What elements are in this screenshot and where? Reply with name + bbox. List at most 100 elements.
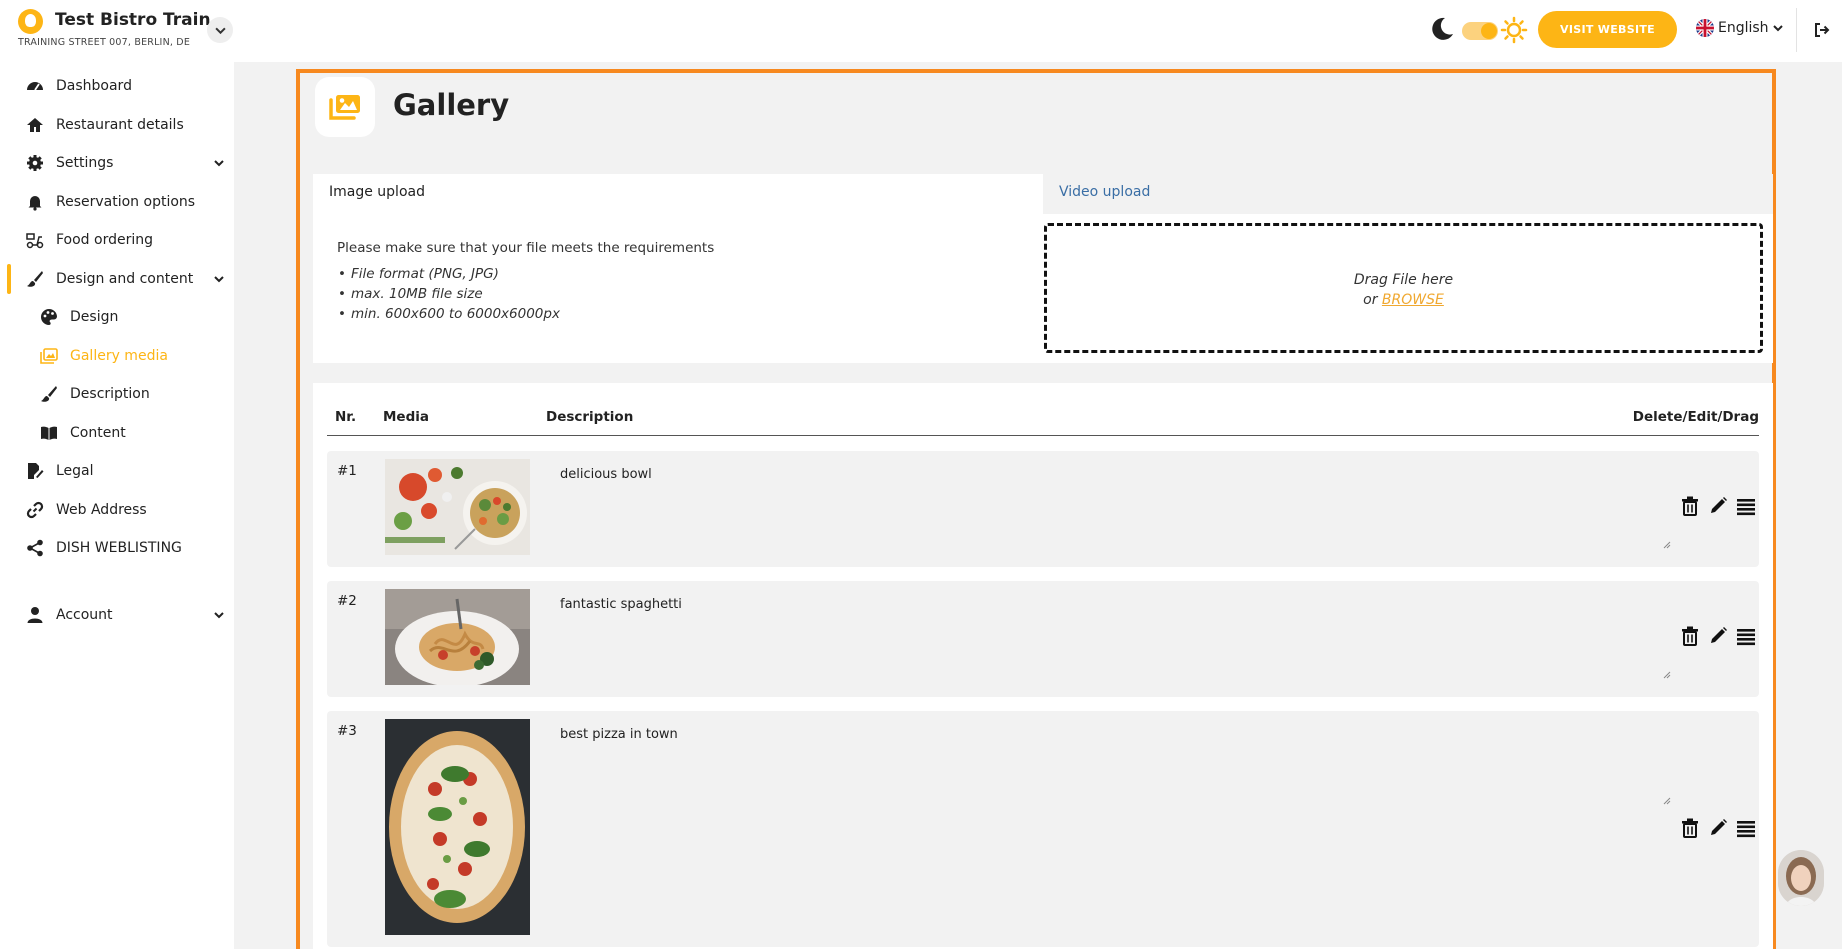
gallery-panel: Gallery Image upload Video upload Please…: [296, 69, 1776, 949]
resize-handle-icon[interactable]: [1663, 797, 1671, 805]
header-divider: [327, 435, 1759, 436]
sidebar-item-dashboard[interactable]: Dashboard: [0, 67, 234, 105]
sidebar-item-gallery-media[interactable]: Gallery media: [0, 337, 234, 375]
media-description[interactable]: fantastic spaghetti: [560, 597, 682, 612]
requirements-intro: Please make sure that your file meets th…: [337, 240, 715, 256]
images-icon: [40, 347, 58, 365]
book-icon: [40, 424, 58, 442]
drag-handle-icon[interactable]: [1735, 817, 1757, 839]
resize-handle-icon[interactable]: [1663, 541, 1671, 549]
tab-image-upload[interactable]: Image upload: [313, 174, 1043, 214]
header-divider: [1796, 8, 1797, 52]
logout-icon[interactable]: [1812, 20, 1832, 40]
row-actions: [1679, 625, 1757, 647]
images-icon: [329, 95, 360, 120]
sidebar-item-food-ordering[interactable]: Food ordering: [0, 221, 234, 259]
sidebar-item-legal[interactable]: Legal: [0, 452, 234, 490]
row-actions: [1679, 817, 1757, 839]
page-title: Gallery: [393, 88, 510, 122]
trash-icon[interactable]: [1679, 495, 1701, 517]
column-header-media: Media: [383, 409, 429, 425]
table-row: #2 fantastic spaghetti: [327, 581, 1759, 697]
drag-handle-icon[interactable]: [1735, 495, 1757, 517]
sidebar-item-description[interactable]: Description: [0, 375, 234, 413]
requirements-list: File format (PNG, JPG) max. 10MB file si…: [338, 266, 560, 326]
sidebar-item-web-address[interactable]: Web Address: [0, 491, 234, 529]
media-thumbnail[interactable]: [385, 719, 530, 935]
table-row: #3 best pizza in town: [327, 711, 1759, 947]
column-header-actions: Delete/Edit/Drag: [1632, 409, 1759, 425]
user-icon: [26, 606, 44, 624]
support-agent-avatar-icon: [1778, 850, 1824, 906]
brand-address: TRAINING STREET 007, BERLIN, DE: [18, 37, 191, 48]
uk-flag-icon: [1696, 19, 1714, 37]
media-table: Nr. Media Description Delete/Edit/Drag #…: [313, 383, 1773, 949]
chevron-down-icon: [214, 612, 224, 619]
media-description[interactable]: best pizza in town: [560, 727, 678, 742]
palette-icon: [40, 308, 58, 326]
moon-icon[interactable]: [1428, 15, 1456, 43]
share-icon: [26, 539, 44, 557]
trash-icon[interactable]: [1679, 625, 1701, 647]
theme-toggle-switch[interactable]: [1462, 22, 1498, 40]
chevron-down-icon: [214, 160, 224, 167]
row-number: #1: [337, 463, 357, 479]
dropzone-or-line: or BROWSE: [1047, 292, 1760, 308]
language-selector[interactable]: English: [1696, 19, 1783, 37]
top-bar: Test Bistro Train.. TRAINING STREET 007,…: [0, 0, 1842, 62]
paintbrush-icon: [26, 270, 44, 288]
brand-dropdown-button[interactable]: [207, 17, 233, 43]
trash-icon[interactable]: [1679, 817, 1701, 839]
sidebar-item-design[interactable]: Design: [0, 298, 234, 336]
chevron-down-icon: [1772, 25, 1783, 32]
row-number: #2: [337, 593, 357, 609]
chevron-down-icon: [214, 276, 224, 283]
requirement-item: max. 10MB file size: [338, 286, 560, 302]
upload-card: Image upload Video upload Please make su…: [313, 174, 1773, 363]
media-thumbnail[interactable]: [385, 459, 530, 555]
column-header-nr: Nr.: [335, 409, 357, 425]
dashboard-gauge-icon: [26, 77, 44, 95]
table-row: #1 delicious bowl: [327, 451, 1759, 567]
sidebar-item-design-and-content[interactable]: Design and content: [0, 260, 234, 298]
sidebar-item-restaurant-details[interactable]: Restaurant details: [0, 106, 234, 144]
row-number: #3: [337, 723, 357, 739]
dropzone-hint: Drag File here: [1353, 272, 1454, 288]
requirement-item: min. 600x600 to 6000x6000px: [338, 306, 560, 322]
media-thumbnail[interactable]: [385, 589, 530, 685]
sidebar-item-settings[interactable]: Settings: [0, 144, 234, 182]
file-dropzone[interactable]: Drag File here or BROWSE: [1044, 223, 1763, 353]
media-description[interactable]: delicious bowl: [560, 467, 652, 482]
contract-icon: [26, 462, 44, 480]
scooter-icon: [26, 231, 44, 249]
gear-icon: [26, 154, 44, 172]
sidebar-item-reservation-options[interactable]: Reservation options: [0, 183, 234, 221]
pencil-icon[interactable]: [1707, 817, 1729, 839]
chevron-down-icon: [214, 27, 226, 34]
tab-video-upload[interactable]: Video upload: [1043, 174, 1773, 214]
language-label: English: [1718, 20, 1769, 36]
brand-logo-icon: [18, 9, 43, 34]
drag-handle-icon[interactable]: [1735, 625, 1757, 647]
gallery-header-icon-box: [315, 77, 375, 137]
sidebar-item-content[interactable]: Content: [0, 414, 234, 452]
sidebar-item-dish-weblisting[interactable]: DISH WEBLISTING: [0, 529, 234, 567]
pencil-icon[interactable]: [1707, 495, 1729, 517]
sidebar-item-account[interactable]: Account: [0, 596, 234, 634]
dropzone-or: or: [1363, 292, 1378, 308]
brand-name[interactable]: Test Bistro Train..: [55, 10, 223, 30]
resize-handle-icon[interactable]: [1663, 671, 1671, 679]
requirement-item: File format (PNG, JPG): [338, 266, 560, 282]
home-icon: [26, 116, 44, 134]
sun-icon[interactable]: [1500, 16, 1528, 44]
pizza-photo: [385, 719, 530, 935]
pencil-icon[interactable]: [1707, 625, 1729, 647]
visit-website-button[interactable]: VISIT WEBSITE: [1538, 11, 1677, 48]
support-chat-avatar[interactable]: [1778, 850, 1824, 906]
column-header-description: Description: [546, 409, 634, 425]
browse-link[interactable]: BROWSE: [1382, 292, 1444, 308]
bell-icon: [26, 193, 44, 211]
bowl-photo: [385, 459, 530, 555]
sidebar: Dashboard Restaurant details Settings Re…: [0, 62, 234, 949]
brush-icon: [40, 385, 58, 403]
